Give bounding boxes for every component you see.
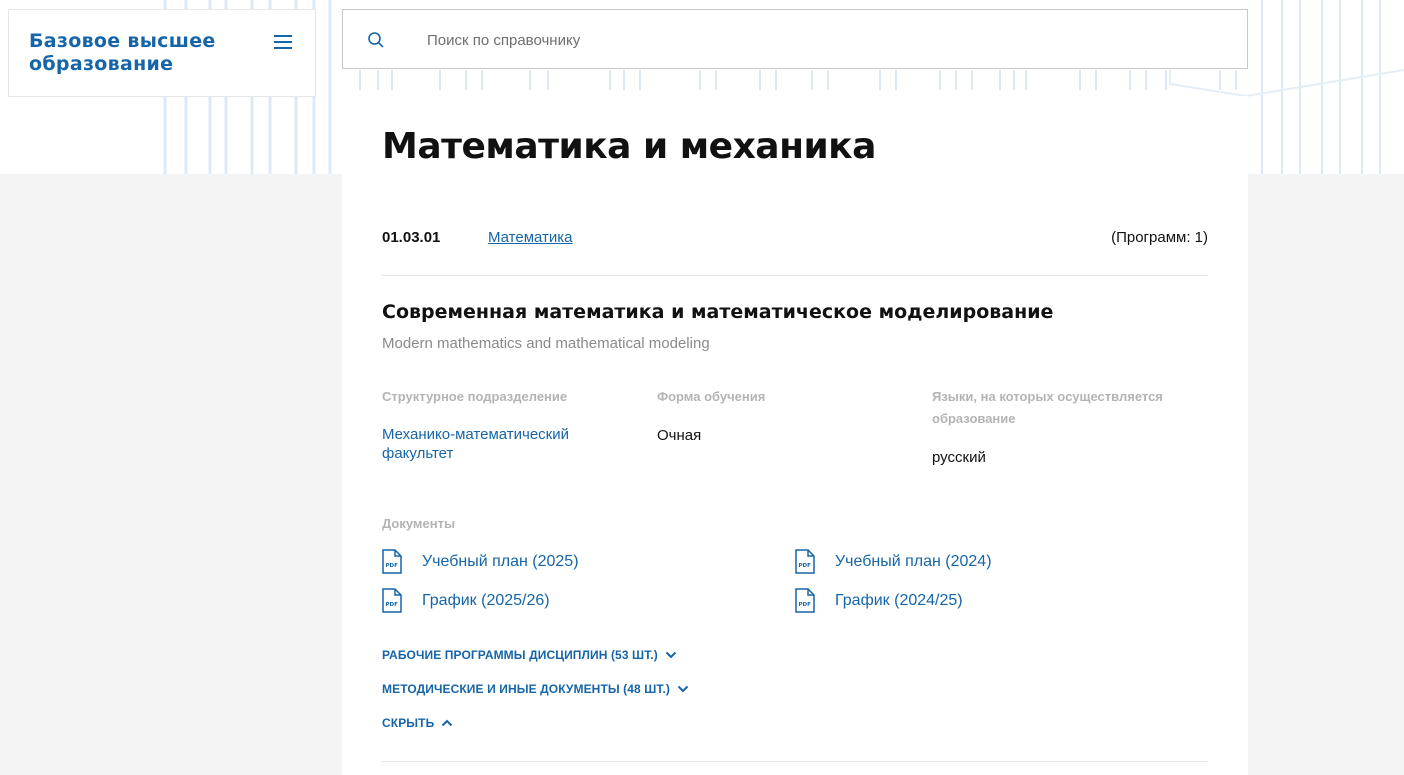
svg-text:PDF: PDF (386, 563, 399, 569)
divider (382, 761, 1208, 762)
toggle-label: МЕТОДИЧЕСКИЕ И ИНЫЕ ДОКУМЕНТЫ (48 ШТ.) (382, 682, 670, 696)
toggle-hide[interactable]: СКРЫТЬ (382, 716, 453, 730)
search-bar (342, 9, 1248, 69)
document-link[interactable]: PDF График (2025/26) (382, 588, 550, 613)
program-subtitle: Modern mathematics and mathematical mode… (382, 335, 710, 352)
chevron-down-icon (665, 651, 677, 659)
study-form-label: Форма обучения (657, 389, 766, 404)
document-link[interactable]: PDF Учебный план (2025) (382, 549, 579, 574)
search-input[interactable] (427, 26, 1207, 54)
division-link[interactable]: Механико-математический факультет (382, 425, 602, 463)
documents-label: Документы (382, 516, 456, 531)
pdf-icon: PDF (795, 549, 815, 574)
document-link[interactable]: PDF Учебный план (2024) (795, 549, 992, 574)
division-label: Структурное подразделение (382, 389, 568, 404)
chevron-down-icon (677, 685, 689, 693)
document-label: Учебный план (2024) (835, 552, 992, 570)
search-icon[interactable] (367, 31, 385, 49)
site-title[interactable]: Базовое высшее образование (29, 30, 249, 76)
program-title: Современная математика и математическое … (382, 301, 1054, 323)
document-label: Учебный план (2025) (422, 552, 579, 570)
program-count: (Программ: 1) (1111, 229, 1208, 246)
direction-link[interactable]: Математика (488, 229, 573, 246)
main-content: Математика и механика 01.03.01 Математик… (342, 96, 1248, 775)
document-label: График (2024/25) (835, 591, 963, 609)
toggle-label: РАБОЧИЕ ПРОГРАММЫ ДИСЦИПЛИН (53 ШТ.) (382, 648, 658, 662)
direction-code: 01.03.01 (382, 229, 441, 246)
document-link[interactable]: PDF График (2024/25) (795, 588, 963, 613)
svg-text:PDF: PDF (799, 563, 812, 569)
study-form-value: Очная (657, 427, 702, 444)
pdf-icon: PDF (795, 588, 815, 613)
menu-icon[interactable] (274, 35, 292, 49)
svg-text:PDF: PDF (799, 602, 812, 608)
toggle-method-documents[interactable]: МЕТОДИЧЕСКИЕ И ИНЫЕ ДОКУМЕНТЫ (48 ШТ.) (382, 682, 689, 696)
chevron-up-icon (442, 719, 453, 727)
languages-label: Языки, на которых осуществляется образов… (932, 389, 1163, 426)
languages-value: русский (932, 449, 986, 466)
divider (382, 275, 1208, 276)
pdf-icon: PDF (382, 588, 402, 613)
document-label: График (2025/26) (422, 591, 550, 609)
page-title: Математика и механика (382, 126, 876, 167)
svg-text:PDF: PDF (386, 602, 399, 608)
pdf-icon: PDF (382, 549, 402, 574)
toggle-label: СКРЫТЬ (382, 716, 435, 730)
toggle-work-programs[interactable]: РАБОЧИЕ ПРОГРАММЫ ДИСЦИПЛИН (53 ШТ.) (382, 648, 677, 662)
brand-card: Базовое высшее образование (8, 9, 316, 97)
